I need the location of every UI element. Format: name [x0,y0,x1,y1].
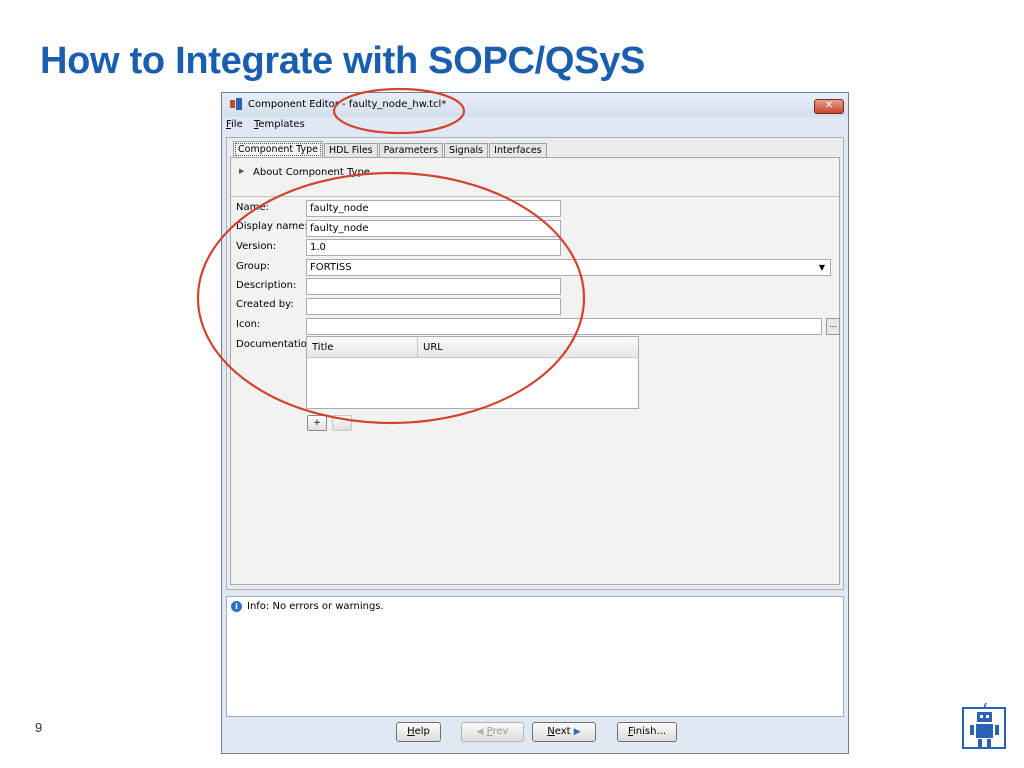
about-component-type-label: About Component Type [253,167,370,178]
column-divider[interactable] [417,337,418,357]
display-name-field[interactable]: faulty_node [306,220,561,237]
component-type-panel: ▶ About Component Type Name: faulty_node… [230,157,840,585]
documentation-label: Documentation: [236,339,317,350]
browse-icon-button[interactable]: ... [826,318,840,335]
menu-templates[interactable]: Templates [254,119,305,130]
close-button[interactable]: ✕ [814,99,844,114]
expand-arrow-icon[interactable]: ▶ [239,167,244,175]
component-editor-window: Component Editor - faulty_node_hw.tcl* ✕… [221,92,849,754]
robot-logo-icon [962,703,1006,749]
column-title[interactable]: Title [312,342,333,353]
tab-parameters[interactable]: Parameters [378,143,443,158]
display-name-label: Display name: [236,221,308,232]
name-field[interactable]: faulty_node [306,200,561,217]
tab-interfaces[interactable]: Interfaces [489,143,547,158]
version-label: Version: [236,241,277,252]
component-editor-app-icon [230,98,242,110]
page-number: 9 [35,720,43,735]
finish-button[interactable]: Finish... [617,722,677,742]
chevron-down-icon: ▼ [818,263,825,272]
slide-title: How to Integrate with SOPC/QSyS [40,40,646,82]
documentation-table-header: Title URL [307,337,638,358]
remove-documentation-button[interactable]: - [332,415,352,431]
editor-client-area: Component Type HDL Files Parameters Signals… [226,137,844,590]
icon-label: Icon: [236,319,261,330]
menu-file[interactable]: File [226,119,243,130]
documentation-table[interactable]: Title URL [306,336,639,409]
next-button[interactable]: Next ▶ [532,722,596,742]
icon-field[interactable] [306,318,822,335]
tab-signals[interactable]: Signals [444,143,489,158]
info-message: Info: No errors or warnings. [247,601,384,612]
messages-panel: i Info: No errors or warnings. [226,596,844,717]
group-value: FORTISS [310,262,352,273]
version-field[interactable]: 1.0 [306,239,561,256]
group-label: Group: [236,261,270,272]
menu-bar: File Templates [226,119,313,133]
created-by-label: Created by: [236,299,294,310]
about-section[interactable]: ▶ About Component Type [231,158,839,197]
description-label: Description: [236,280,297,291]
tab-component-type[interactable]: Component Type [233,141,323,158]
help-button[interactable]: Help [396,722,441,742]
info-icon: i [231,601,242,612]
window-title: Component Editor - faulty_node_hw.tcl* [248,99,447,110]
group-dropdown[interactable]: FORTISS ▼ [306,259,831,276]
column-url[interactable]: URL [423,342,443,353]
created-by-field[interactable] [306,298,561,315]
arrow-right-icon: ▶ [573,727,581,737]
add-documentation-button[interactable]: + [307,415,327,431]
window-titlebar[interactable]: Component Editor - faulty_node_hw.tcl* ✕ [222,93,848,117]
description-field[interactable] [306,278,561,295]
name-label: Name: [236,202,269,213]
tab-hdl-files[interactable]: HDL Files [324,143,378,158]
tab-strip: Component Type HDL Files Parameters Signals… [233,141,548,158]
prev-button[interactable]: ◀ Prev [461,722,524,742]
arrow-left-icon: ◀ [476,727,484,737]
